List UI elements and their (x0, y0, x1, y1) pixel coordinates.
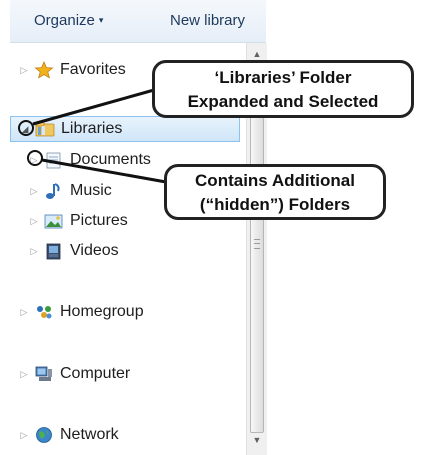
expand-arrow-icon[interactable]: ▷ (28, 246, 40, 257)
organize-label: Organize (34, 12, 95, 29)
command-toolbar: Organize ▾ New library (10, 0, 266, 43)
homegroup-icon (34, 303, 54, 321)
chevron-down-icon: ▾ (98, 15, 104, 25)
expand-arrow-icon[interactable]: ▷ (18, 369, 30, 380)
documents-icon (44, 151, 64, 169)
nav-item-videos[interactable]: ▷ Videos (28, 238, 119, 264)
nav-item-pictures[interactable]: ▷ Pictures (28, 208, 128, 234)
organize-button[interactable]: Organize ▾ (34, 12, 103, 29)
nav-item-label: Computer (60, 365, 131, 382)
nav-item-libraries[interactable]: ◢ Libraries (10, 116, 240, 142)
computer-icon (34, 365, 54, 383)
callout-hidden-folders: Contains Additional (“hidden”) Folders (164, 164, 386, 220)
highlight-circle-libraries (18, 120, 34, 136)
expand-arrow-icon[interactable]: ▷ (18, 65, 30, 76)
nav-item-network[interactable]: ▷ Network (18, 422, 119, 448)
nav-item-favorites[interactable]: ▷ Favorites (18, 57, 126, 83)
nav-item-documents[interactable]: ▷ Documents (28, 147, 151, 173)
nav-item-music[interactable]: ▷ Music (28, 178, 112, 204)
new-library-button[interactable]: New library (170, 12, 245, 29)
callout-text-line: Expanded and Selected (187, 92, 379, 111)
videos-icon (44, 242, 64, 260)
nav-item-label: Documents (70, 151, 151, 168)
nav-item-label: Videos (70, 242, 119, 259)
callout-text-line: Contains Additional (195, 171, 355, 190)
expand-arrow-icon[interactable]: ▷ (18, 307, 30, 318)
callout-libraries-expanded: ‘Libraries’ Folder Expanded and Selected (152, 60, 414, 118)
nav-item-label: Favorites (60, 61, 126, 78)
callout-text-line: (“hidden”) Folders (199, 195, 351, 214)
nav-item-label: Pictures (70, 212, 128, 229)
highlight-circle-documents (27, 150, 43, 166)
pictures-icon (44, 212, 64, 230)
scrollbar-grip-icon (254, 239, 260, 249)
network-icon (34, 426, 54, 444)
expand-arrow-icon[interactable]: ▷ (28, 216, 40, 227)
star-icon (34, 60, 54, 79)
expand-arrow-icon[interactable]: ▷ (18, 430, 30, 441)
nav-item-label: Network (60, 426, 119, 443)
scroll-down-icon[interactable]: ▼ (247, 431, 267, 449)
libraries-folder-icon (35, 120, 55, 138)
nav-item-homegroup[interactable]: ▷ Homegroup (18, 299, 144, 325)
nav-item-label: Libraries (61, 120, 123, 137)
nav-item-label: Music (70, 182, 112, 199)
callout-text-line: ‘Libraries’ Folder (214, 68, 352, 87)
scrollbar-thumb[interactable] (250, 63, 264, 433)
music-icon (44, 182, 64, 200)
nav-item-label: Homegroup (60, 303, 144, 320)
expand-arrow-icon[interactable]: ▷ (28, 186, 40, 197)
nav-item-computer[interactable]: ▷ Computer (18, 361, 131, 387)
